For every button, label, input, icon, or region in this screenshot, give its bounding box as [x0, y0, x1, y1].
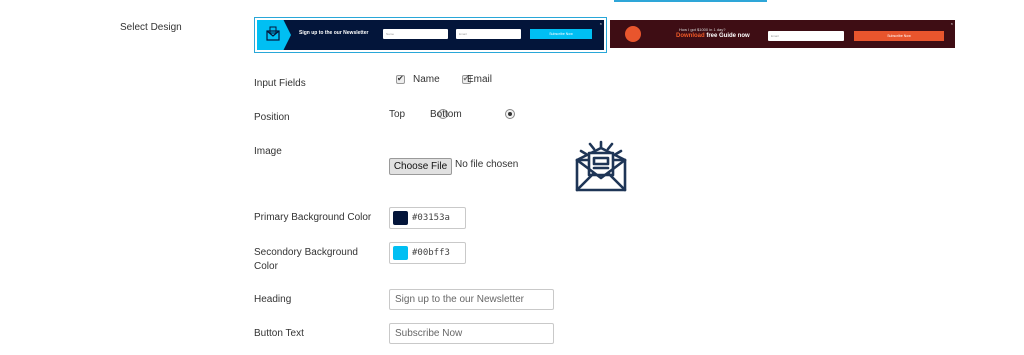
design-2-subheading: How I got $1000 in 1 day?	[679, 27, 726, 32]
name-checkbox[interactable]	[396, 74, 405, 84]
newsletter-icon	[266, 26, 280, 41]
position-label: Position	[254, 112, 290, 123]
design-1-heading: Sign up to the our Newsletter	[299, 30, 369, 36]
choose-file-button[interactable]: Choose File	[389, 158, 452, 175]
newsletter-envelope-icon	[575, 140, 627, 192]
primary-color-value: #03153a	[412, 213, 450, 223]
name-checkbox-label: Name	[413, 74, 440, 85]
position-bottom-radio[interactable]	[505, 109, 516, 119]
position-bottom-label: Bottom	[430, 109, 462, 120]
secondary-bg-color-picker[interactable]: #00bff3	[389, 242, 466, 264]
design-2-subscribe-button: Subscribe Now	[854, 31, 944, 41]
design-1-email-field: Email	[456, 29, 521, 39]
secondary-color-value: #00bff3	[412, 248, 450, 258]
secondary-bg-color-label: Secondory Background Color	[254, 246, 358, 273]
design-1-close-icon: ×	[599, 21, 602, 26]
secondary-color-swatch	[393, 246, 408, 260]
position-top-label: Top	[389, 109, 406, 120]
button-text-input[interactable]: Subscribe Now	[389, 323, 554, 344]
design-2-email-field: Email	[768, 31, 844, 41]
primary-color-swatch	[393, 211, 408, 225]
design-option-1[interactable]: Sign up to the our Newsletter Name Email…	[254, 17, 607, 53]
design-option-2[interactable]: How I got $1000 in 1 day? Download free …	[610, 20, 955, 48]
design-1-subscribe-button: Subscribe Now	[530, 29, 592, 39]
design-2-heading: Download free Guide now	[676, 33, 750, 39]
primary-bg-color-picker[interactable]: #03153a	[389, 207, 466, 229]
select-design-label: Select Design	[120, 22, 182, 33]
design-2-guide-icon	[625, 26, 641, 42]
button-text-label: Button Text	[254, 328, 304, 339]
design-2-heading-accent: Download	[676, 33, 705, 39]
secondary-bg-label-line1: Secondory Background	[254, 247, 358, 258]
file-status-text: No file chosen	[455, 159, 519, 170]
top-accent-line	[614, 0, 767, 2]
primary-bg-color-label: Primary Background Color	[254, 212, 372, 223]
design-2-heading-rest: free Guide now	[704, 33, 750, 39]
email-checkbox-label: Email	[467, 74, 493, 85]
image-label: Image	[254, 146, 282, 157]
heading-label: Heading	[254, 294, 292, 305]
design-1-name-field: Name	[383, 29, 448, 39]
design-2-close-icon: ×	[950, 21, 953, 26]
secondary-bg-label-line2: Color	[254, 261, 278, 272]
design-1-banner: Sign up to the our Newsletter Name Email…	[257, 20, 604, 50]
heading-input[interactable]: Sign up to the our Newsletter	[389, 289, 554, 310]
input-fields-label: Input Fields	[254, 78, 306, 89]
